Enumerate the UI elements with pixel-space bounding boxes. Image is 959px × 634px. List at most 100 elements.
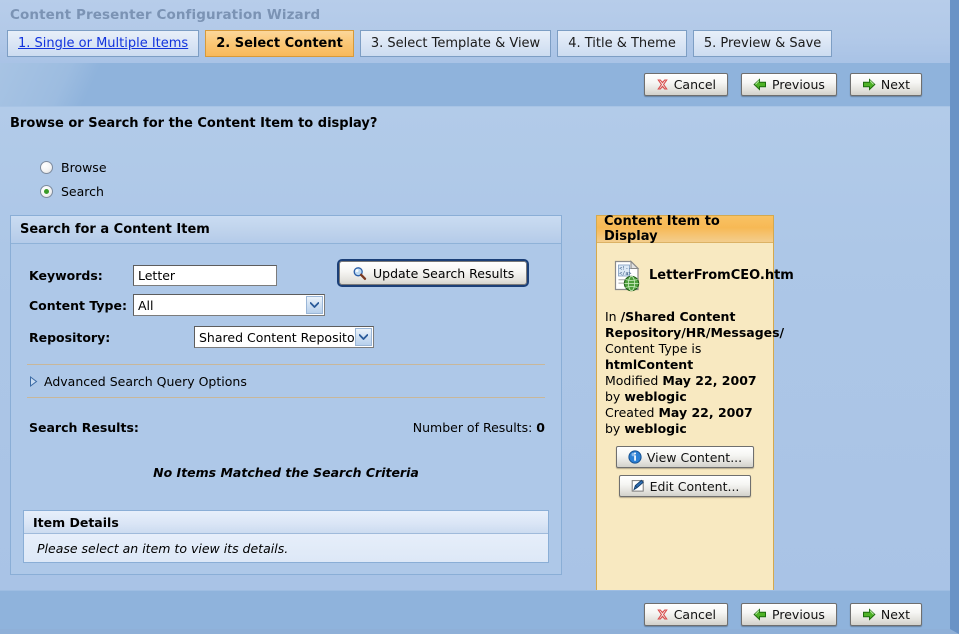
next-button-bottom[interactable]: Next xyxy=(850,603,922,626)
created-by-word: by xyxy=(605,421,624,436)
content-item-content-type: Content Type is htmlContent xyxy=(605,341,765,373)
search-panel: Search for a Content Item Update Search … xyxy=(10,215,562,575)
content-item-actions: View Content... Edit Content... xyxy=(605,446,765,497)
edit-content-button[interactable]: Edit Content... xyxy=(619,475,752,497)
results-count: Number of Results: 0 xyxy=(413,420,545,435)
content-item-filename: LetterFromCEO.htm xyxy=(649,269,794,283)
search-panel-header: Search for a Content Item xyxy=(11,216,561,244)
radio-browse-indicator[interactable] xyxy=(40,161,53,174)
next-button[interactable]: Next xyxy=(850,73,922,96)
results-count-value: 0 xyxy=(536,420,545,435)
search-results-row: Search Results: Number of Results: 0 xyxy=(11,398,561,435)
disclosure-triangle-icon[interactable] xyxy=(29,376,38,387)
bottom-toolbar-buttons: Cancel Previous Next xyxy=(644,603,922,626)
content-type-label: Content Type: xyxy=(29,298,133,313)
cancel-button-bottom[interactable]: Cancel xyxy=(644,603,728,626)
cancel-button-label: Cancel xyxy=(674,607,716,622)
top-toolbar: Cancel Previous Next xyxy=(0,63,950,107)
wizard-tabs: 1. Single or Multiple Items 2. Select Co… xyxy=(7,30,832,57)
html-document-icon: <!-- </a> xyxy=(611,259,645,293)
content-item-metadata: In /Shared Content Repository/HR/Message… xyxy=(605,309,765,437)
cancel-button-label: Cancel xyxy=(674,77,716,92)
location-prefix: In xyxy=(605,309,621,324)
location-path: /Shared Content Repository/HR/Messages/ xyxy=(605,309,784,340)
radio-search-indicator[interactable] xyxy=(40,185,53,198)
no-items-message: No Items Matched the Search Criteria xyxy=(11,435,561,480)
tab-label: 3. Select Template & View xyxy=(371,36,540,51)
tab-single-or-multiple-items[interactable]: 1. Single or Multiple Items xyxy=(7,30,199,57)
info-icon xyxy=(628,450,642,464)
search-form: Update Search Results Keywords: Content … xyxy=(11,244,561,480)
created-prefix: Created xyxy=(605,405,658,420)
content-type-value: htmlContent xyxy=(605,357,693,372)
page-title: Content Presenter Configuration Wizard xyxy=(10,7,320,23)
tab-select-content[interactable]: 2. Select Content xyxy=(205,30,354,57)
tab-preview-and-save[interactable]: 5. Preview & Save xyxy=(693,30,832,57)
update-search-results-wrap: Update Search Results xyxy=(339,261,527,285)
repository-label: Repository: xyxy=(29,330,194,345)
next-button-label: Next xyxy=(881,607,910,622)
item-details-header: Item Details xyxy=(24,511,548,534)
search-magnifier-icon xyxy=(352,266,367,281)
tab-label: 5. Preview & Save xyxy=(704,36,821,51)
keywords-input[interactable] xyxy=(133,265,277,286)
browse-or-search-radio-group: Browse Search xyxy=(40,155,107,203)
content-type-row: Content Type: All xyxy=(11,290,561,320)
view-content-button[interactable]: View Content... xyxy=(616,446,754,468)
pencil-edit-icon xyxy=(631,479,645,493)
toolbar-highlight xyxy=(0,63,150,106)
content-type-select[interactable]: All xyxy=(133,294,325,316)
tab-label: 4. Title & Theme xyxy=(568,36,676,51)
content-item-panel-header: Content Item to Display xyxy=(597,216,773,243)
modified-prefix: Modified xyxy=(605,373,662,388)
arrow-right-icon xyxy=(862,78,876,91)
chevron-down-icon[interactable] xyxy=(306,296,323,314)
next-button-label: Next xyxy=(881,77,910,92)
cancel-button[interactable]: Cancel xyxy=(644,73,728,96)
content-item-file-row: <!-- </a> LetterFromCEO.htm xyxy=(605,259,765,293)
previous-button-label: Previous xyxy=(772,77,825,92)
item-details-body: Please select an item to view its detail… xyxy=(24,534,548,562)
repository-row: Repository: Shared Content Repository xyxy=(11,320,561,354)
radio-browse-label: Browse xyxy=(61,160,107,175)
edit-content-label: Edit Content... xyxy=(650,479,740,494)
search-results-label: Search Results: xyxy=(29,420,139,435)
main-content-area: Browse or Search for the Content Item to… xyxy=(0,107,950,590)
content-item-panel: Content Item to Display <!-- </a> xyxy=(596,215,774,634)
content-type-prefix: Content Type is xyxy=(605,341,701,356)
bottom-toolbar: Cancel Previous Next xyxy=(0,590,950,634)
wizard-window: Content Presenter Configuration Wizard 1… xyxy=(0,0,959,634)
update-search-results-button[interactable]: Update Search Results xyxy=(339,261,527,285)
created-by: weblogic xyxy=(624,421,687,436)
top-toolbar-buttons: Cancel Previous Next xyxy=(644,73,922,96)
tab-label: 2. Select Content xyxy=(216,36,343,51)
previous-button[interactable]: Previous xyxy=(741,73,837,96)
content-item-panel-body: <!-- </a> LetterFromCEO.htm xyxy=(597,243,773,497)
cancel-x-icon xyxy=(656,78,669,91)
radio-search-label: Search xyxy=(61,184,104,199)
radio-option-browse[interactable]: Browse xyxy=(40,155,107,179)
radio-option-search[interactable]: Search xyxy=(40,179,107,203)
item-details-panel: Item Details Please select an item to vi… xyxy=(23,510,549,563)
content-type-value: All xyxy=(134,298,306,313)
chevron-down-icon[interactable] xyxy=(355,328,372,346)
results-count-label: Number of Results: xyxy=(413,420,533,435)
cancel-x-icon xyxy=(656,608,669,621)
tab-select-template-and-view[interactable]: 3. Select Template & View xyxy=(360,30,551,57)
arrow-left-icon xyxy=(753,78,767,91)
repository-select[interactable]: Shared Content Repository xyxy=(194,326,374,348)
advanced-search-options-toggle[interactable]: Advanced Search Query Options xyxy=(11,365,561,397)
arrow-right-icon xyxy=(862,608,876,621)
advanced-search-options-label: Advanced Search Query Options xyxy=(44,374,247,389)
browse-or-search-question: Browse or Search for the Content Item to… xyxy=(10,116,377,131)
view-content-label: View Content... xyxy=(647,450,742,465)
arrow-left-icon xyxy=(753,608,767,621)
tab-label: 1. Single or Multiple Items xyxy=(18,36,188,51)
tab-strip: Content Presenter Configuration Wizard 1… xyxy=(0,0,950,62)
content-item-location: In /Shared Content Repository/HR/Message… xyxy=(605,309,765,341)
modified-by-word: by xyxy=(605,389,624,404)
previous-button-bottom[interactable]: Previous xyxy=(741,603,837,626)
modified-date: May 22, 2007 xyxy=(662,373,756,388)
content-item-created: Created May 22, 2007 by weblogic xyxy=(605,405,765,437)
tab-title-and-theme[interactable]: 4. Title & Theme xyxy=(557,30,687,57)
